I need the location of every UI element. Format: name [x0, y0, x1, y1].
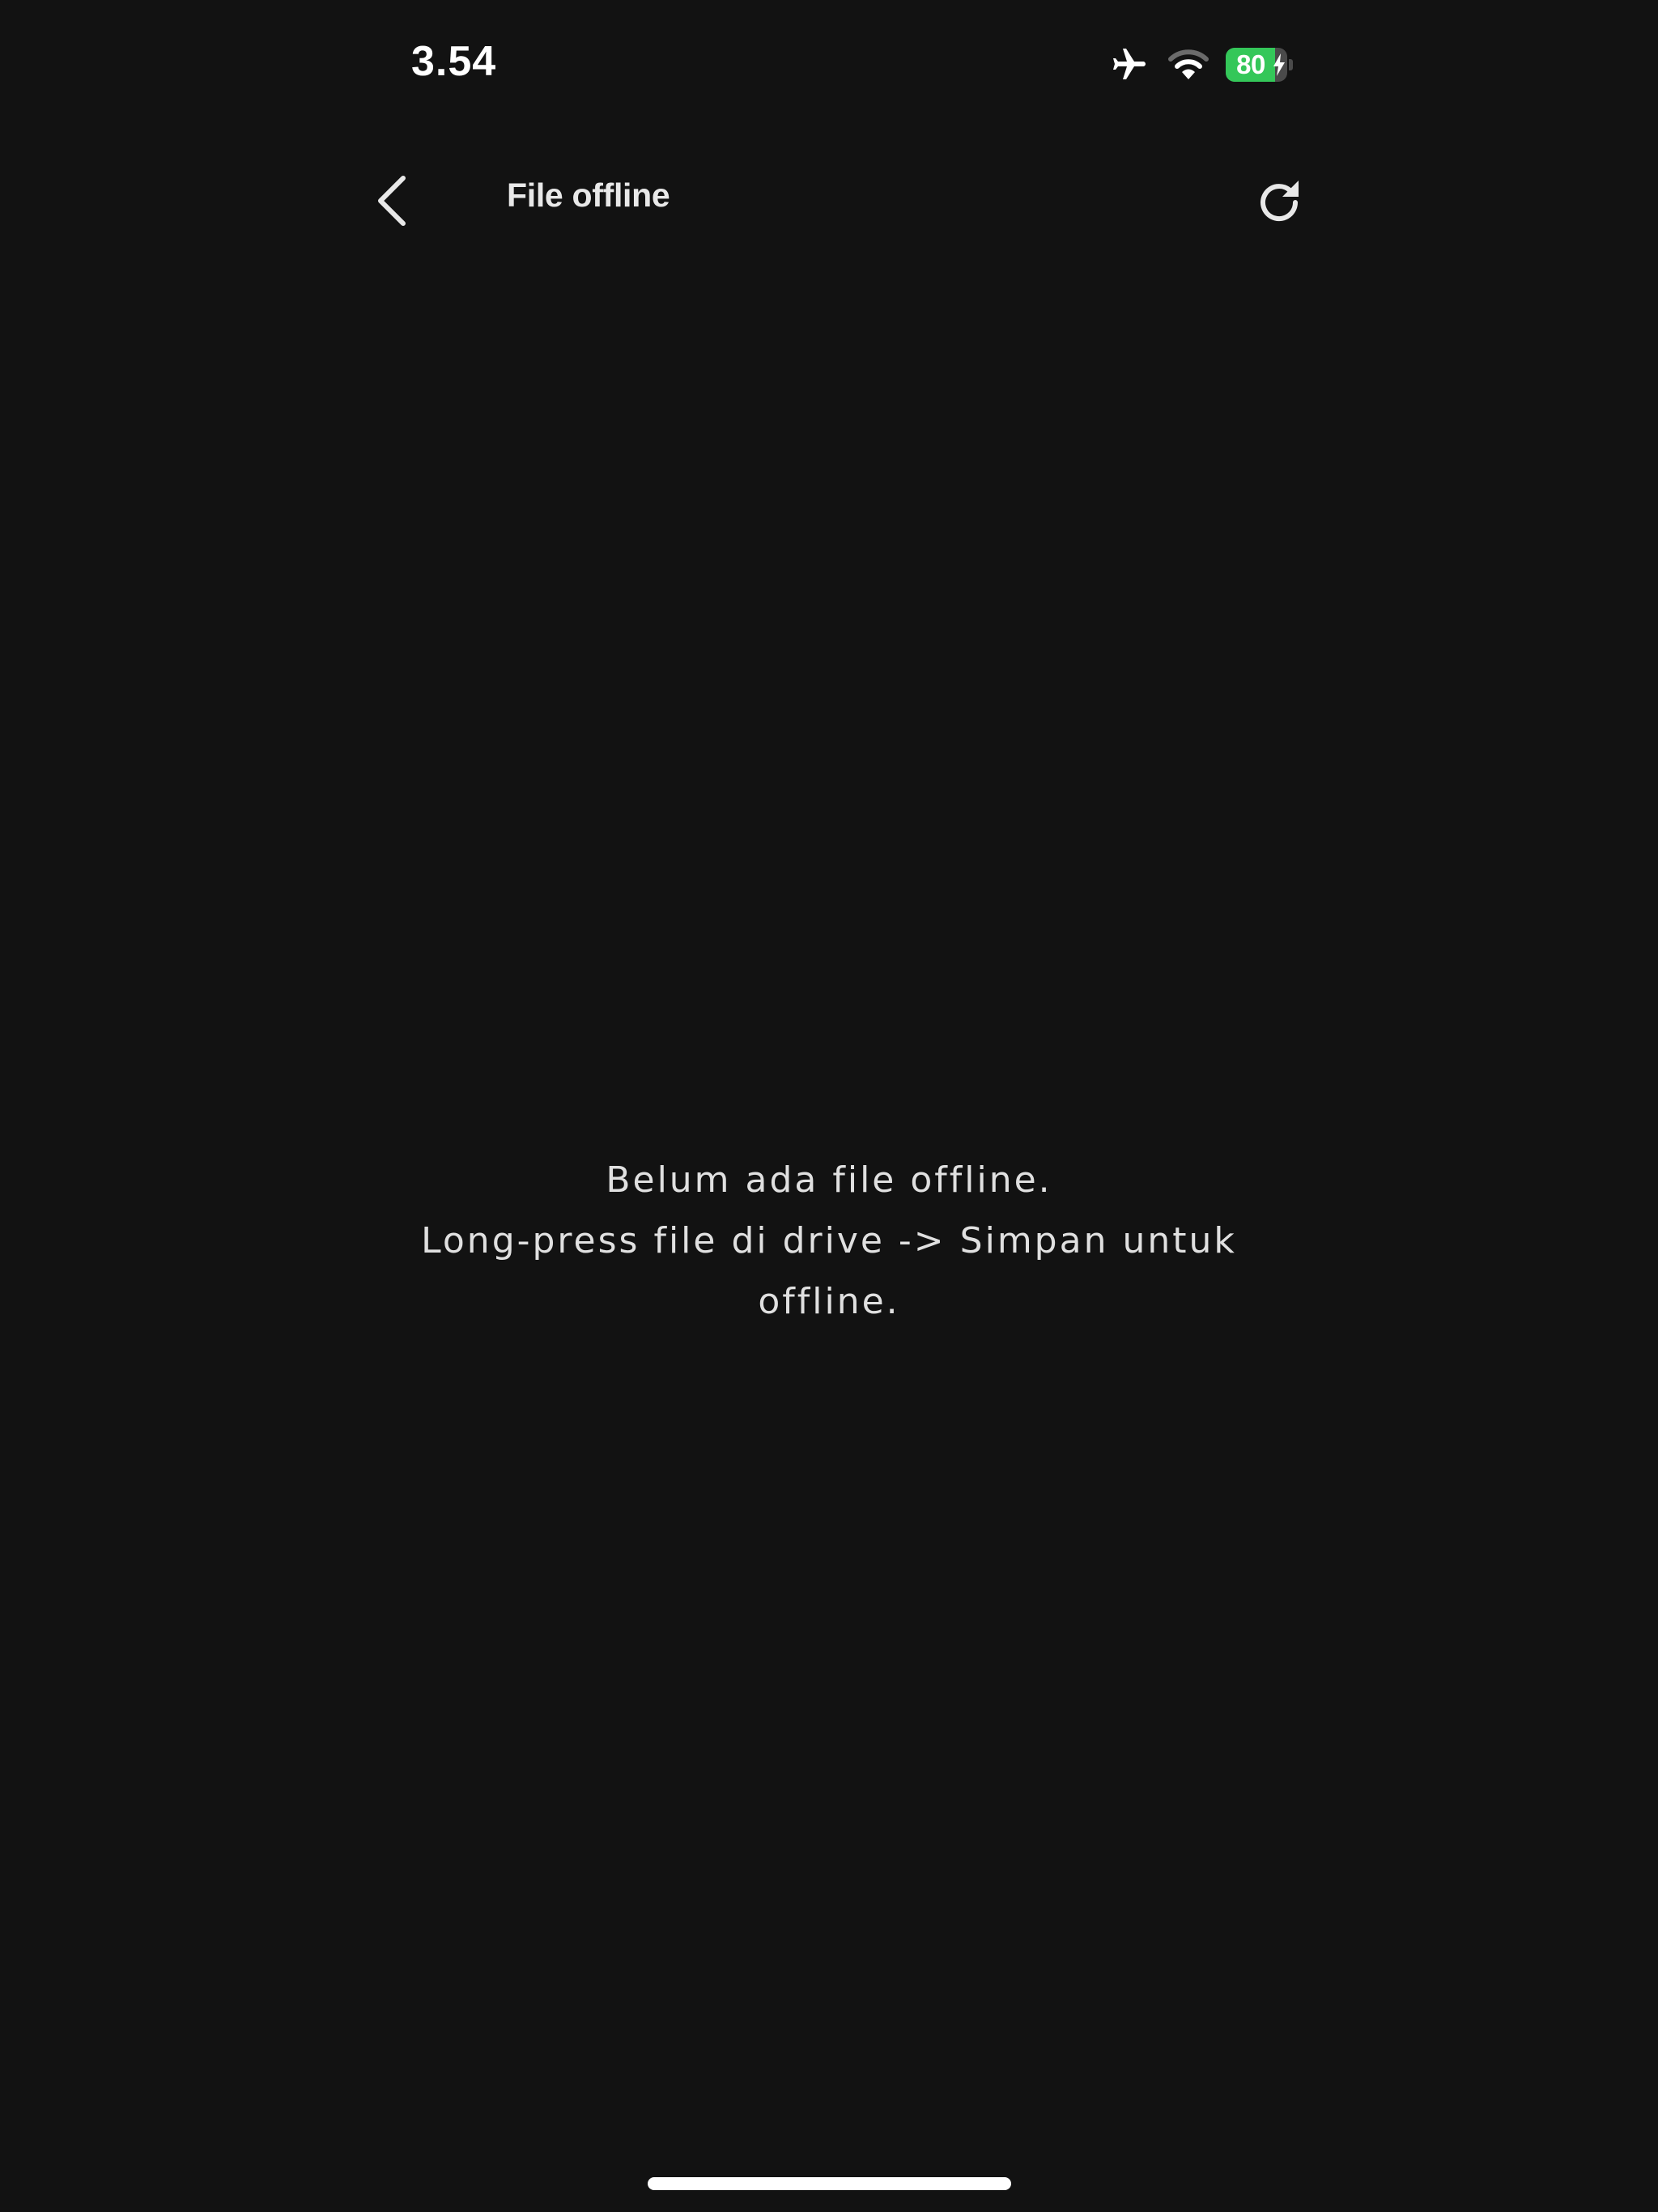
empty-state-line-1: Belum ada file offline.	[606, 1159, 1052, 1201]
wifi-icon	[1167, 47, 1209, 83]
battery-body: 80	[1226, 48, 1287, 82]
refresh-icon	[1261, 181, 1299, 222]
page-title: File offline	[507, 177, 670, 214]
battery-cap	[1289, 59, 1293, 70]
back-button[interactable]	[363, 168, 419, 233]
home-indicator[interactable]	[648, 2177, 1011, 2190]
charging-bolt-icon	[1273, 53, 1285, 76]
refresh-button[interactable]	[1247, 170, 1312, 235]
status-time: 3.54	[411, 38, 497, 85]
status-icons: 80	[1107, 42, 1294, 87]
airplane-icon	[1107, 45, 1151, 84]
empty-state-line-2: Long-press file di drive -> Simpan untuk…	[421, 1220, 1237, 1322]
battery-icon: 80	[1226, 48, 1294, 82]
battery-level-text: 80	[1236, 49, 1265, 79]
status-bar: 3.54 80	[0, 0, 1658, 130]
navigation-bar: File offline	[0, 146, 1658, 251]
empty-state-message: Belum ada file offline. Long-press file …	[384, 1150, 1274, 1332]
chevron-left-icon	[378, 176, 406, 226]
